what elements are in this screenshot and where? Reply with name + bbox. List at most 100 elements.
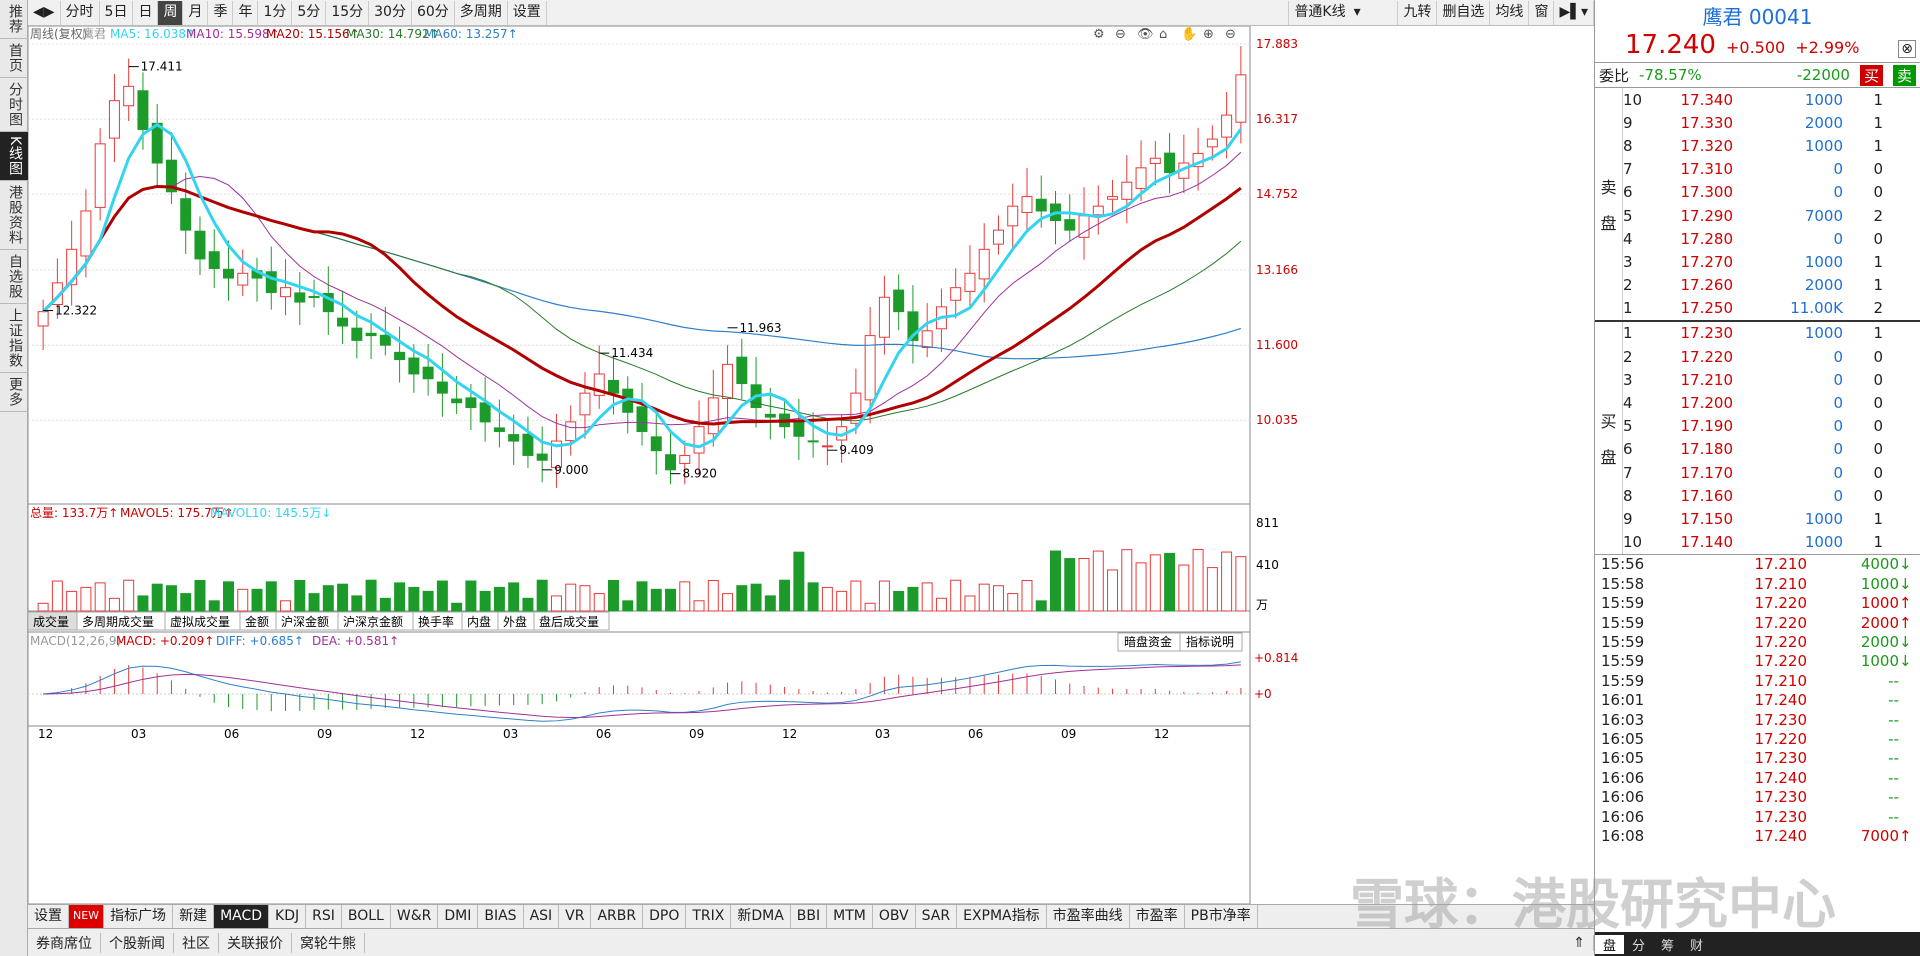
- quote-tab-3[interactable]: 财: [1682, 935, 1711, 954]
- rail-item-4[interactable]: 港股资料: [0, 181, 28, 251]
- rail-item-6[interactable]: 上证指数: [0, 304, 28, 374]
- period-btn-13[interactable]: 设置: [508, 0, 547, 25]
- indicator-tab-17[interactable]: BBI: [791, 905, 828, 928]
- scroll-top-icon[interactable]: ⇑: [1565, 934, 1594, 951]
- indicator-tab-1[interactable]: NEW: [69, 905, 105, 928]
- asks-row[interactable]: 7 17.310 0 0: [1623, 158, 1920, 181]
- period-btn-7[interactable]: 1分: [258, 0, 293, 25]
- chart-tool-icon-5[interactable]: ⊕: [1203, 27, 1214, 42]
- indicator-tab-9[interactable]: DMI: [438, 905, 479, 928]
- bids-row[interactable]: 7 17.170 0 0: [1623, 461, 1920, 484]
- indicator-tab-4[interactable]: MACD: [214, 905, 270, 928]
- bids-row[interactable]: 5 17.190 0 0: [1623, 415, 1920, 438]
- indicator-tab-5[interactable]: KDJ: [269, 905, 307, 928]
- sell-button[interactable]: 卖: [1892, 64, 1916, 86]
- indicator-tab-0[interactable]: 设置: [28, 905, 69, 928]
- asks-row[interactable]: 8 17.320 1000 1: [1623, 134, 1920, 157]
- tool-btn-3[interactable]: 窗: [1529, 0, 1555, 25]
- bids-row[interactable]: 3 17.210 0 0: [1623, 368, 1920, 391]
- indicator-tab-13[interactable]: ARBR: [591, 905, 644, 928]
- indicator-tab-2[interactable]: 指标广场: [104, 905, 174, 928]
- indicator-tab-12[interactable]: VR: [559, 905, 592, 928]
- indicator-tab-15[interactable]: TRIX: [686, 905, 732, 928]
- quote-tab-0[interactable]: 盘: [1595, 934, 1625, 954]
- kline-type-select[interactable]: 普通K线 ▾: [1288, 0, 1399, 25]
- chart-tool-icon-4[interactable]: ✋: [1181, 26, 1197, 42]
- indicator-tab-22[interactable]: 市盈率曲线: [1047, 905, 1130, 928]
- pin-icon[interactable]: ⊗: [1898, 40, 1916, 58]
- bids-row[interactable]: 9 17.150 1000 1: [1623, 507, 1920, 530]
- indicator-tab-21[interactable]: EXPMA指标: [957, 905, 1047, 928]
- asks-row[interactable]: 1 17.250 11.00K 2: [1623, 297, 1920, 320]
- bids-row[interactable]: 4 17.200 0 0: [1623, 391, 1920, 414]
- indicator-tab-16[interactable]: 新DMA: [731, 905, 791, 928]
- chart-tool-icon-6[interactable]: ⊖: [1225, 27, 1236, 42]
- chart-tool-icon-2[interactable]: 👁: [1137, 27, 1154, 42]
- kline-chart[interactable]: 17.883 16.317 14.752 13.166 11.600 10.035 17.4…: [28, 26, 1594, 904]
- play-icon[interactable]: ◀▶: [28, 0, 61, 25]
- rail-item-1[interactable]: 首页: [0, 39, 28, 78]
- bids-row[interactable]: 10 17.140 1000 1: [1623, 531, 1920, 554]
- candle-body: [707, 397, 719, 435]
- indicator-tab-11[interactable]: ASI: [524, 905, 560, 928]
- indicator-tab-23[interactable]: 市盈率: [1130, 905, 1185, 928]
- period-btn-11[interactable]: 60分: [412, 0, 455, 25]
- indicator-tab-24[interactable]: PB市净率: [1185, 905, 1258, 928]
- chart-tool-icon-1[interactable]: ⊖: [1115, 27, 1126, 42]
- indicator-tab-7[interactable]: BOLL: [342, 905, 391, 928]
- indicator-tab-18[interactable]: MTM: [827, 905, 873, 928]
- chart-tool-icon-0[interactable]: ⚙: [1093, 27, 1105, 42]
- status-link-4[interactable]: 窝轮牛熊: [292, 932, 365, 953]
- period-btn-2[interactable]: 日: [133, 0, 159, 25]
- candle-body: [1121, 181, 1133, 200]
- bids-row[interactable]: 2 17.220 0 0: [1623, 345, 1920, 368]
- indicator-tab-10[interactable]: BIAS: [478, 905, 524, 928]
- indicator-tab-20[interactable]: SAR: [916, 905, 958, 928]
- tool-btn-2[interactable]: 均线: [1490, 0, 1530, 25]
- bids-row[interactable]: 6 17.180 0 0: [1623, 438, 1920, 461]
- quote-tab-2[interactable]: 筹: [1653, 935, 1682, 954]
- period-btn-1[interactable]: 5日: [100, 0, 134, 25]
- rail-item-7[interactable]: 更多: [0, 373, 28, 413]
- kline-chart-area[interactable]: 17.883 16.317 14.752 13.166 11.600 10.035 17.4…: [28, 26, 1594, 904]
- buy-button[interactable]: 买: [1859, 64, 1883, 86]
- asks-row[interactable]: 9 17.330 2000 1: [1623, 111, 1920, 134]
- period-btn-9[interactable]: 15分: [326, 0, 370, 25]
- indicator-tab-6[interactable]: RSI: [306, 905, 342, 928]
- status-link-2[interactable]: 社区: [174, 932, 219, 953]
- tool-btn-0[interactable]: 九转: [1398, 0, 1438, 25]
- tool-btn-1[interactable]: 删自选: [1437, 0, 1491, 25]
- asks-row[interactable]: 2 17.260 2000 1: [1623, 274, 1920, 297]
- period-btn-5[interactable]: 季: [208, 0, 234, 25]
- asks-row[interactable]: 10 17.340 1000 1: [1623, 88, 1920, 111]
- period-btn-12[interactable]: 多周期: [455, 0, 508, 25]
- volume-bar: [137, 595, 149, 612]
- quote-tab-1[interactable]: 分: [1624, 935, 1653, 954]
- period-btn-10[interactable]: 30分: [369, 0, 412, 25]
- rail-item-2[interactable]: 分时图: [0, 78, 28, 132]
- indicator-tab-19[interactable]: OBV: [873, 905, 916, 928]
- asks-row[interactable]: 3 17.270 1000 1: [1623, 250, 1920, 273]
- asks-row[interactable]: 5 17.290 7000 2: [1623, 204, 1920, 227]
- period-btn-6[interactable]: 年: [233, 0, 259, 25]
- period-btn-4[interactable]: 月: [183, 0, 209, 25]
- rail-item-0[interactable]: 推荐: [0, 0, 28, 39]
- status-link-0[interactable]: 券商席位: [28, 932, 101, 953]
- bids-row[interactable]: 8 17.160 0 0: [1623, 484, 1920, 507]
- rail-item-5[interactable]: 自选股: [0, 250, 28, 305]
- indicator-tab-14[interactable]: DPO: [643, 905, 687, 928]
- asks-row[interactable]: 6 17.300 0 0: [1623, 181, 1920, 204]
- bids-row[interactable]: 1 17.230 1000 1: [1623, 322, 1920, 345]
- indicator-tab-3[interactable]: 新建: [173, 905, 215, 928]
- status-link-3[interactable]: 关联报价: [219, 932, 292, 953]
- expand-icon[interactable]: ▶▌▾: [1554, 0, 1594, 25]
- chart-tool-icon-3[interactable]: ⌂: [1159, 27, 1167, 42]
- period-btn-3[interactable]: 周: [158, 0, 184, 25]
- indicator-tab-8[interactable]: W&R: [391, 905, 439, 928]
- status-link-1[interactable]: 个股新闻: [101, 932, 174, 953]
- period-btn-0[interactable]: 分时: [61, 0, 100, 25]
- rail-item-3[interactable]: K线图: [0, 132, 28, 182]
- period-btn-8[interactable]: 5分: [292, 0, 327, 25]
- asks-row[interactable]: 4 17.280 0 0: [1623, 227, 1920, 250]
- trade-time: 15:59: [1601, 613, 1645, 632]
